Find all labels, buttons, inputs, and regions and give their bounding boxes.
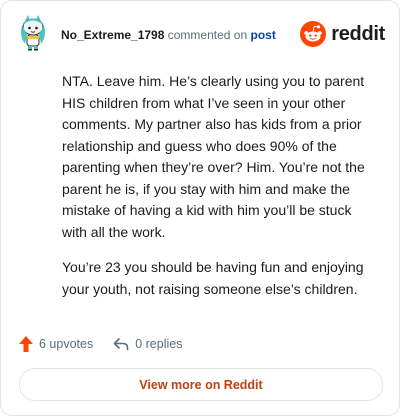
view-more-button[interactable]: View more on Reddit [19,368,383,401]
comment-paragraph: You’re 23 you should be having fun and e… [62,259,364,297]
user-avatar[interactable] [17,14,49,52]
reddit-brand[interactable]: reddit [300,20,385,48]
comment-action-text: commented on [167,28,248,42]
reply-arrow-icon [113,338,129,351]
comment-footer: 6 upvotes 0 replies [19,334,182,354]
upvote-count: 6 upvotes [39,337,94,351]
upvote-arrow-icon [19,336,33,352]
reddit-wordmark: reddit [331,22,385,45]
post-link[interactable]: post [250,28,275,42]
embedded-comment-card: No_Extreme_1798 commented on post reddit… [0,0,400,416]
upvote-stat[interactable]: 6 upvotes [19,336,93,352]
comment-meta: No_Extreme_1798 commented on post [61,28,276,42]
replies-count: 0 replies [135,337,183,351]
reddit-logo-icon [300,21,327,47]
comment-header: No_Extreme_1798 commented on post reddit [17,14,385,54]
replies-stat[interactable]: 0 replies [113,337,182,351]
comment-paragraph: NTA. Leave him. He’s clearly using you t… [62,73,365,240]
comment-author[interactable]: No_Extreme_1798 [61,28,164,42]
comment-body: NTA. Leave him. He’s clearly using you t… [62,71,378,314]
